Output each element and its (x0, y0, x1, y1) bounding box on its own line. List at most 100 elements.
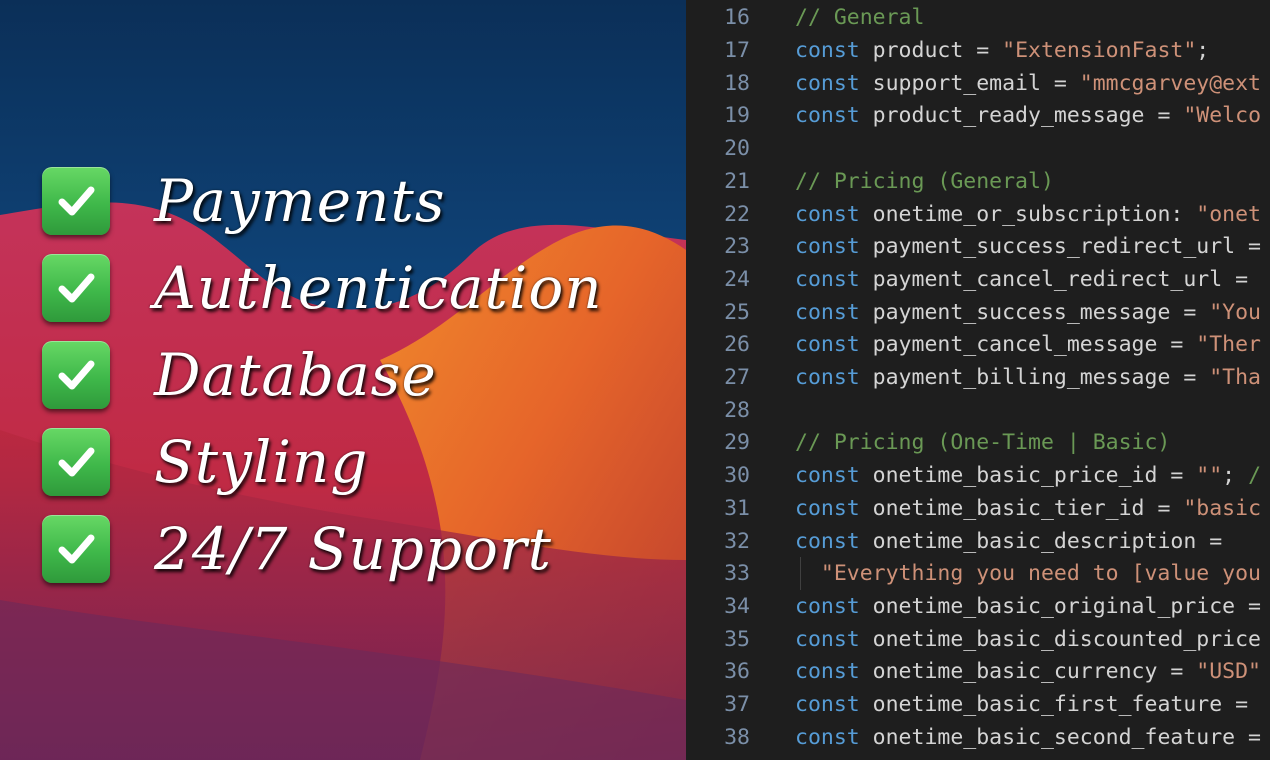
line-number: 34 (724, 593, 750, 619)
line-number: 28 (724, 397, 750, 423)
code-text: // Pricing (One-Time | Basic) (795, 430, 1170, 455)
line-number: 20 (724, 136, 750, 162)
code-token-kw: const (795, 659, 873, 685)
code-line[interactable]: 35 const onetime_basic_discounted_price (686, 623, 1270, 656)
line-number: 16 (724, 5, 750, 31)
code-line[interactable]: 33 "Everything you need to [value you (686, 557, 1270, 590)
checkmark-icon (42, 254, 110, 322)
code-line[interactable]: 28 (686, 394, 1270, 427)
code-line[interactable]: 22 const onetime_or_subscription: "onet (686, 198, 1270, 231)
code-text: const payment_billing_message = "Tha (795, 365, 1261, 390)
code-token-kw: const (795, 463, 873, 489)
code-token-str: "Welco (1183, 103, 1262, 129)
code-text: const onetime_basic_discounted_price (795, 627, 1261, 652)
line-number: 33 (724, 561, 750, 587)
code-token-kw: const (795, 724, 873, 750)
code-token-str: "ExtensionFast" (1002, 38, 1197, 64)
code-line[interactable]: 25 const payment_success_message = "You (686, 296, 1270, 329)
feature-item-styling: Styling (42, 427, 368, 497)
line-number: 38 (724, 724, 750, 750)
code-line[interactable]: 37 const onetime_basic_first_feature = (686, 688, 1270, 721)
code-token-str: "USD" (1196, 659, 1262, 685)
code-text: const onetime_basic_tier_id = "basic (795, 496, 1261, 521)
code-text: const payment_success_message = "You (795, 300, 1261, 325)
code-line[interactable]: 23 const payment_success_redirect_url = (686, 230, 1270, 263)
line-number: 35 (724, 626, 750, 652)
checkmark-icon (42, 341, 110, 409)
code-editor[interactable]: 16 // General 17 const product = "Extension… (686, 0, 1270, 760)
code-text: // Pricing (General) (795, 169, 1054, 194)
code-token-str: "You (1209, 299, 1261, 325)
code-text: "Everything you need to [value you (795, 561, 1261, 586)
code-token-kw: const (795, 332, 873, 358)
checkmark-icon (42, 167, 110, 235)
code-line[interactable]: 18 const support_email = "mmcgarvey@ext (686, 67, 1270, 100)
code-line[interactable]: 30 const onetime_basic_price_id = ""; / (686, 459, 1270, 492)
code-token-id: payment_cancel_redirect_url = (872, 266, 1261, 292)
code-line[interactable]: 38 const onetime_basic_second_feature = (686, 721, 1270, 754)
code-token-id: onetime_basic_second_feature = (872, 724, 1261, 750)
code-line[interactable]: 24 const payment_cancel_redirect_url = (686, 263, 1270, 296)
code-token-id: product_ready_message = (872, 103, 1184, 129)
checkmark-icon (42, 428, 110, 496)
code-token-id: onetime_basic_price_id = (872, 463, 1197, 489)
code-token-kw: const (795, 495, 873, 521)
code-token-punc: ; (1196, 38, 1210, 64)
code-token-id: onetime_or_subscription: (872, 201, 1197, 227)
code-text: const onetime_basic_description = (795, 529, 1222, 554)
code-token-id: payment_cancel_message = (872, 332, 1197, 358)
code-text: const onetime_basic_price_id = ""; / (795, 463, 1261, 488)
feature-item-authentication: Authentication (42, 253, 603, 323)
feature-label: Styling (154, 428, 369, 496)
code-token-id: product = (872, 38, 1003, 64)
code-token-kw: const (795, 70, 873, 96)
code-line[interactable]: 32 const onetime_basic_description = (686, 525, 1270, 558)
promo-image: Payments Authentication Database Styling (0, 0, 1270, 760)
feature-label: Database (154, 341, 437, 409)
code-token-kw: const (795, 266, 873, 292)
code-token-str: "mmcgarvey@ext (1079, 70, 1261, 96)
feature-item-support: 24/7 Support (42, 514, 552, 584)
code-token-kw: const (795, 593, 873, 619)
code-line[interactable]: 34 const onetime_basic_original_price = (686, 590, 1270, 623)
code-token-str: "" (1196, 463, 1223, 489)
code-text: const onetime_basic_currency = "USD" (795, 659, 1261, 684)
code-line[interactable]: 20 (686, 132, 1270, 165)
code-line[interactable]: 36 const onetime_basic_currency = "USD" (686, 656, 1270, 689)
code-token-kw: const (795, 201, 873, 227)
code-line[interactable]: 29 // Pricing (One-Time | Basic) (686, 427, 1270, 460)
line-number: 36 (724, 659, 750, 685)
code-token-punc: ; (1222, 463, 1249, 489)
code-line[interactable]: 21 // Pricing (General) (686, 165, 1270, 198)
line-number: 26 (724, 332, 750, 358)
code-text: const onetime_basic_first_feature = (795, 692, 1261, 717)
code-text: const payment_cancel_message = "Ther (795, 332, 1261, 357)
code-token-kw: const (795, 692, 873, 718)
code-token-com: / (1248, 463, 1262, 489)
feature-item-database: Database (42, 340, 437, 410)
code-token-id: onetime_basic_description = (872, 528, 1223, 554)
code-token-id: onetime_basic_currency = (872, 659, 1197, 685)
line-number: 37 (724, 692, 750, 718)
code-line[interactable]: 26 const payment_cancel_message = "Ther (686, 329, 1270, 362)
code-token-id: onetime_basic_original_price = (872, 593, 1261, 619)
code-line[interactable]: 31 const onetime_basic_tier_id = "basic (686, 492, 1270, 525)
code-token-id: onetime_basic_first_feature = (872, 692, 1261, 718)
feature-label: 24/7 Support (154, 515, 552, 583)
code-text: const onetime_basic_original_price = (795, 594, 1261, 619)
code-token-id: payment_success_redirect_url = (872, 234, 1261, 260)
line-number: 32 (724, 528, 750, 554)
code-token-kw: const (795, 299, 873, 325)
checkmark-icon (42, 515, 110, 583)
code-token-id: payment_billing_message = (872, 365, 1210, 391)
code-token-str: "onet (1196, 201, 1262, 227)
code-token-kw: const (795, 365, 873, 391)
code-text: const payment_cancel_redirect_url = (795, 267, 1261, 292)
code-line[interactable]: 27 const payment_billing_message = "Tha (686, 361, 1270, 394)
code-token-str: "Everything you need to [value you (795, 561, 1261, 587)
code-line[interactable]: 17 const product = "ExtensionFast"; (686, 34, 1270, 67)
code-line[interactable]: 19 const product_ready_message = "Welco (686, 100, 1270, 133)
code-token-kw: const (795, 38, 873, 64)
code-line[interactable]: 16 // General (686, 2, 1270, 35)
line-number: 19 (724, 103, 750, 129)
